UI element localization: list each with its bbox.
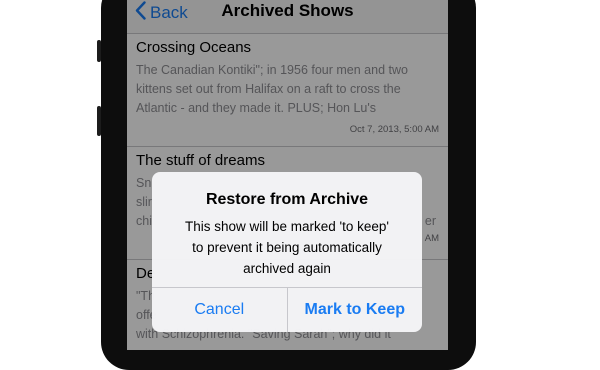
alert-message-line: to prevent it being automatically bbox=[192, 240, 382, 255]
alert-title: Restore from Archive bbox=[205, 191, 369, 208]
alert-button-row: Cancel Mark to Keep bbox=[152, 287, 422, 332]
phone-screen: Back Archived Shows Crossing Oceans The … bbox=[127, 0, 448, 350]
phone-side-button bbox=[97, 106, 101, 136]
alert-message-line: This show will be marked 'to keep' bbox=[185, 219, 389, 234]
alert-message: This show will be marked 'to keep' to pr… bbox=[170, 216, 404, 279]
restore-alert-dialog: Restore from Archive This show will be m… bbox=[152, 172, 422, 332]
cancel-button[interactable]: Cancel bbox=[152, 288, 288, 332]
phone-side-button bbox=[97, 40, 101, 62]
mark-to-keep-button[interactable]: Mark to Keep bbox=[288, 288, 423, 332]
alert-message-line: archived again bbox=[243, 261, 331, 276]
